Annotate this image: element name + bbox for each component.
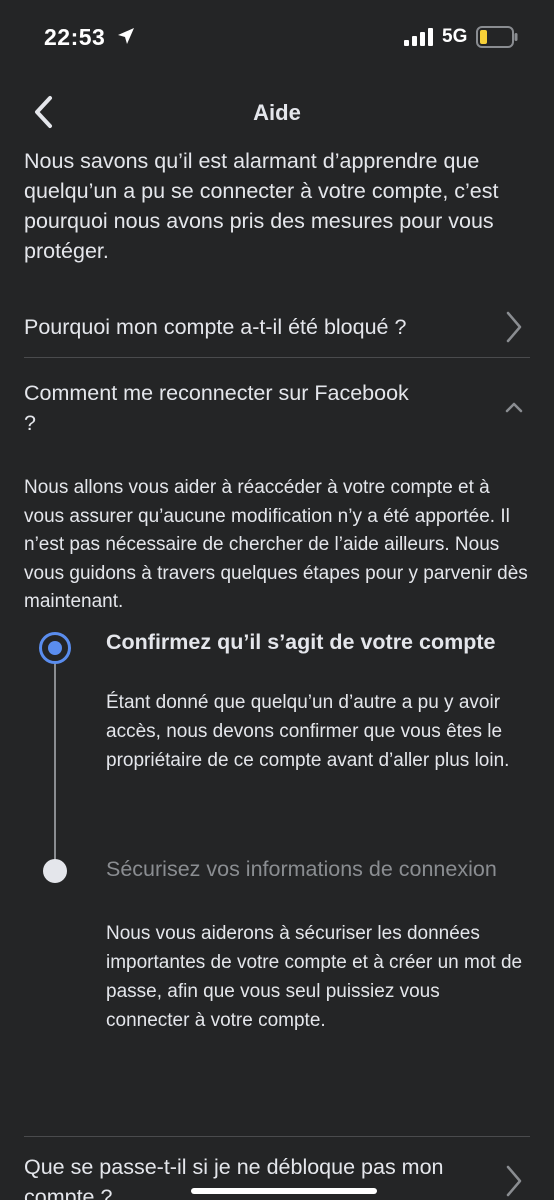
faq-item-label: Pourquoi mon compte a-t-il été bloqué ? bbox=[24, 315, 407, 339]
status-bar: 22:53 5G bbox=[0, 0, 554, 72]
faq-item-label: Comment me reconnecter sur Facebook ? bbox=[24, 381, 409, 435]
signal-bars-icon bbox=[404, 28, 433, 46]
page-title: Aide bbox=[253, 100, 301, 125]
step-title: Confirmez qu’il s’agit de votre compte bbox=[106, 630, 496, 654]
step-title: Sécurisez vos informations de connexion bbox=[106, 857, 497, 881]
steps-connector-line bbox=[54, 660, 56, 870]
chevron-right-icon bbox=[506, 1165, 522, 1197]
faq-item-reconnect[interactable]: Comment me reconnecter sur Facebook ? bbox=[24, 376, 530, 440]
chevron-right-icon bbox=[506, 311, 522, 343]
step-description: Étant donné que quelqu’un d’autre a pu y… bbox=[106, 692, 510, 771]
status-time: 22:53 bbox=[44, 24, 106, 50]
intro-text: Nous savons qu’il est alarmant d’apprend… bbox=[24, 149, 499, 263]
chevron-up-icon bbox=[505, 402, 523, 413]
step-indicator-active bbox=[39, 632, 71, 664]
faq-answer-text: Nous allons vous aider à réaccéder à vot… bbox=[24, 477, 528, 612]
step-description: Nous vous aiderons à sécuriser les donné… bbox=[106, 923, 523, 1031]
faq-item-why-blocked[interactable]: Pourquoi mon compte a-t-il été bloqué ? bbox=[24, 310, 530, 356]
location-arrow-icon bbox=[118, 28, 134, 44]
nav-bar: Aide bbox=[0, 80, 554, 144]
divider bbox=[24, 357, 530, 358]
battery-low-icon bbox=[476, 26, 518, 48]
divider bbox=[24, 1136, 530, 1137]
step-indicator-inactive bbox=[43, 859, 67, 883]
home-indicator[interactable] bbox=[191, 1188, 377, 1194]
network-type: 5G bbox=[442, 26, 468, 47]
